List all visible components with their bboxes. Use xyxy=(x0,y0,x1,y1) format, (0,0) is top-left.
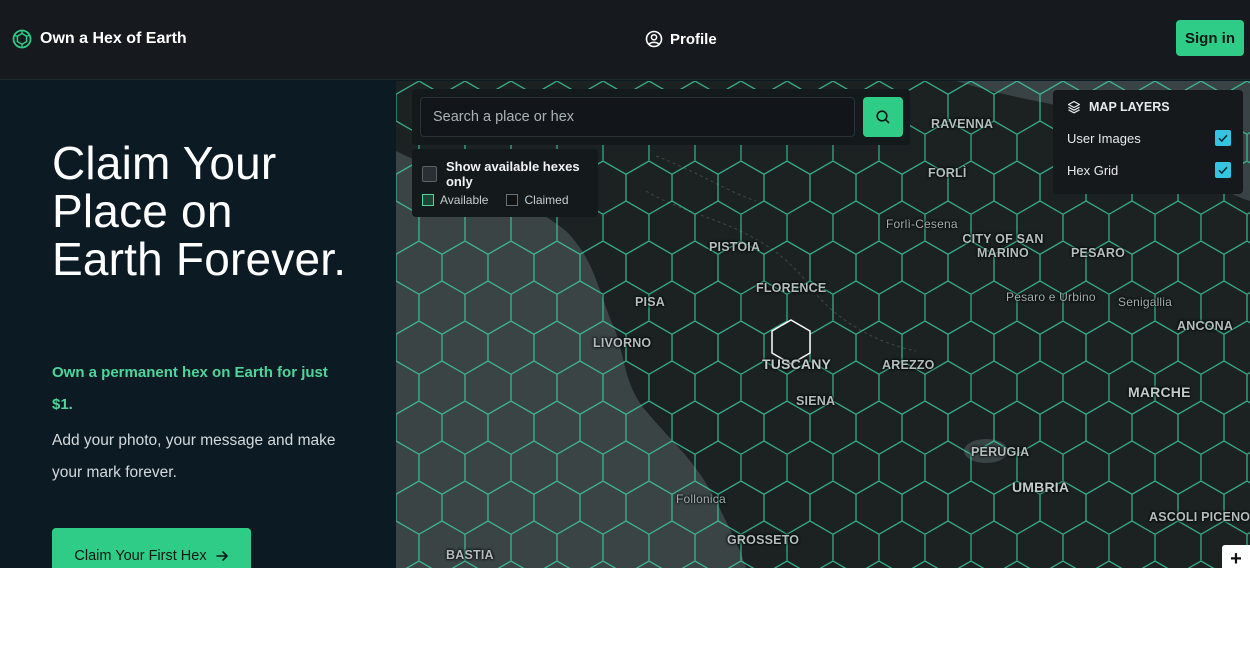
hero-price-lead: Own a permanent hex on Earth for just $1… xyxy=(52,364,328,413)
legend-available-label: Available xyxy=(440,193,489,207)
layer-label-user-images: User Images xyxy=(1067,130,1141,146)
place-label-senigallia: Senigallia xyxy=(1118,295,1173,309)
place-label-livorno: LIVORNO xyxy=(593,336,652,350)
legend-available-swatch xyxy=(422,194,434,206)
search-panel xyxy=(412,89,910,145)
hex-filter-panel: Show available hexes only Available Clai… xyxy=(412,149,598,217)
layer-toggle-user-images[interactable]: User Images xyxy=(1067,130,1231,146)
checkmark-icon xyxy=(1218,166,1228,175)
place-label-pistoia: PISTOIA xyxy=(709,240,761,254)
place-label-ascoli-piceno: ASCOLI PICENO xyxy=(1149,510,1250,524)
zoom-in-label: + xyxy=(1230,548,1242,568)
hex-grid-checkbox[interactable] xyxy=(1215,162,1231,178)
app-root: Own a Hex of Earth Profile Sign in Claim… xyxy=(0,0,1250,568)
search-icon xyxy=(876,110,890,124)
layer-toggle-hex-grid[interactable]: Hex Grid xyxy=(1067,162,1231,178)
place-label-follonica: Follonica xyxy=(676,492,726,506)
search-button[interactable] xyxy=(863,97,903,137)
place-label-marche: MARCHE xyxy=(1128,384,1191,400)
show-available-checkbox[interactable] xyxy=(422,166,437,182)
place-label-perugia: PERUGIA xyxy=(971,445,1030,459)
layer-label-hex-grid: Hex Grid xyxy=(1067,162,1119,178)
place-label-pisa: PISA xyxy=(635,295,665,309)
show-available-toggle[interactable]: Show available hexes only xyxy=(422,159,598,189)
place-label-forli: FORLÌ xyxy=(928,166,967,180)
hero-subtitle: Add your photo, your message and make yo… xyxy=(52,432,336,481)
place-label-forli-cesena: Forlì-Cesena xyxy=(886,217,958,231)
brand-name: Own a Hex of Earth xyxy=(40,30,187,47)
map-layers-title: MAP LAYERS xyxy=(1089,100,1170,114)
place-label-bastia: BASTIA xyxy=(446,548,494,562)
legend-claimed-swatch xyxy=(506,194,519,206)
hero-panel: Claim Your Place on Earth Forever. Own a… xyxy=(0,81,395,568)
place-label-siena: SIENA xyxy=(796,394,836,408)
place-label-pesaro: PESARO xyxy=(1071,246,1125,260)
map-layers-header: MAP LAYERS xyxy=(1067,100,1170,114)
map-view[interactable]: RAVENNA FORLÌ Forlì-Cesena CITY OF SAN M… xyxy=(396,81,1250,568)
show-available-label: Show available hexes only xyxy=(445,159,580,189)
top-navbar: Own a Hex of Earth Profile Sign in xyxy=(0,0,1250,80)
place-label-tuscany: TUSCANY xyxy=(762,356,832,372)
layers-icon xyxy=(1067,100,1081,114)
place-label-umbria: UMBRIA xyxy=(1012,479,1070,495)
profile-label: Profile xyxy=(670,30,717,48)
user-circle-icon xyxy=(645,30,663,48)
place-label-pesaro-urbino: Pesaro e Urbino xyxy=(1006,290,1096,304)
claim-first-hex-button[interactable]: Claim Your First Hex xyxy=(52,528,251,568)
map-layers-panel: MAP LAYERS User Images Hex Grid xyxy=(1053,90,1243,194)
claim-button-label: Claim Your First Hex xyxy=(74,548,207,564)
zoom-in-button[interactable]: + xyxy=(1222,545,1250,568)
place-label-ravenna: RAVENNA xyxy=(931,117,994,131)
hex-legend: Available Claimed xyxy=(422,193,569,207)
place-label-grosseto: GROSSETO xyxy=(727,533,800,547)
search-input[interactable] xyxy=(420,97,855,137)
place-label-san-marino: CITY OF SAN MARINO xyxy=(962,232,1044,260)
place-label-ancona: ANCONA xyxy=(1177,319,1234,333)
brand-logo-link[interactable]: Own a Hex of Earth xyxy=(12,27,187,51)
profile-link[interactable]: Profile xyxy=(645,27,717,51)
checkmark-icon xyxy=(1218,134,1228,143)
arrow-right-icon xyxy=(215,551,228,561)
place-label-arezzo: AREZZO xyxy=(882,358,935,372)
globe-hex-icon xyxy=(12,29,32,49)
sign-in-button[interactable]: Sign in xyxy=(1176,20,1244,56)
place-label-florence: FLORENCE xyxy=(756,281,827,295)
hero-title: Claim Your Place on Earth Forever. xyxy=(52,137,347,285)
legend-claimed-label: Claimed xyxy=(524,193,569,207)
user-images-checkbox[interactable] xyxy=(1215,130,1231,146)
